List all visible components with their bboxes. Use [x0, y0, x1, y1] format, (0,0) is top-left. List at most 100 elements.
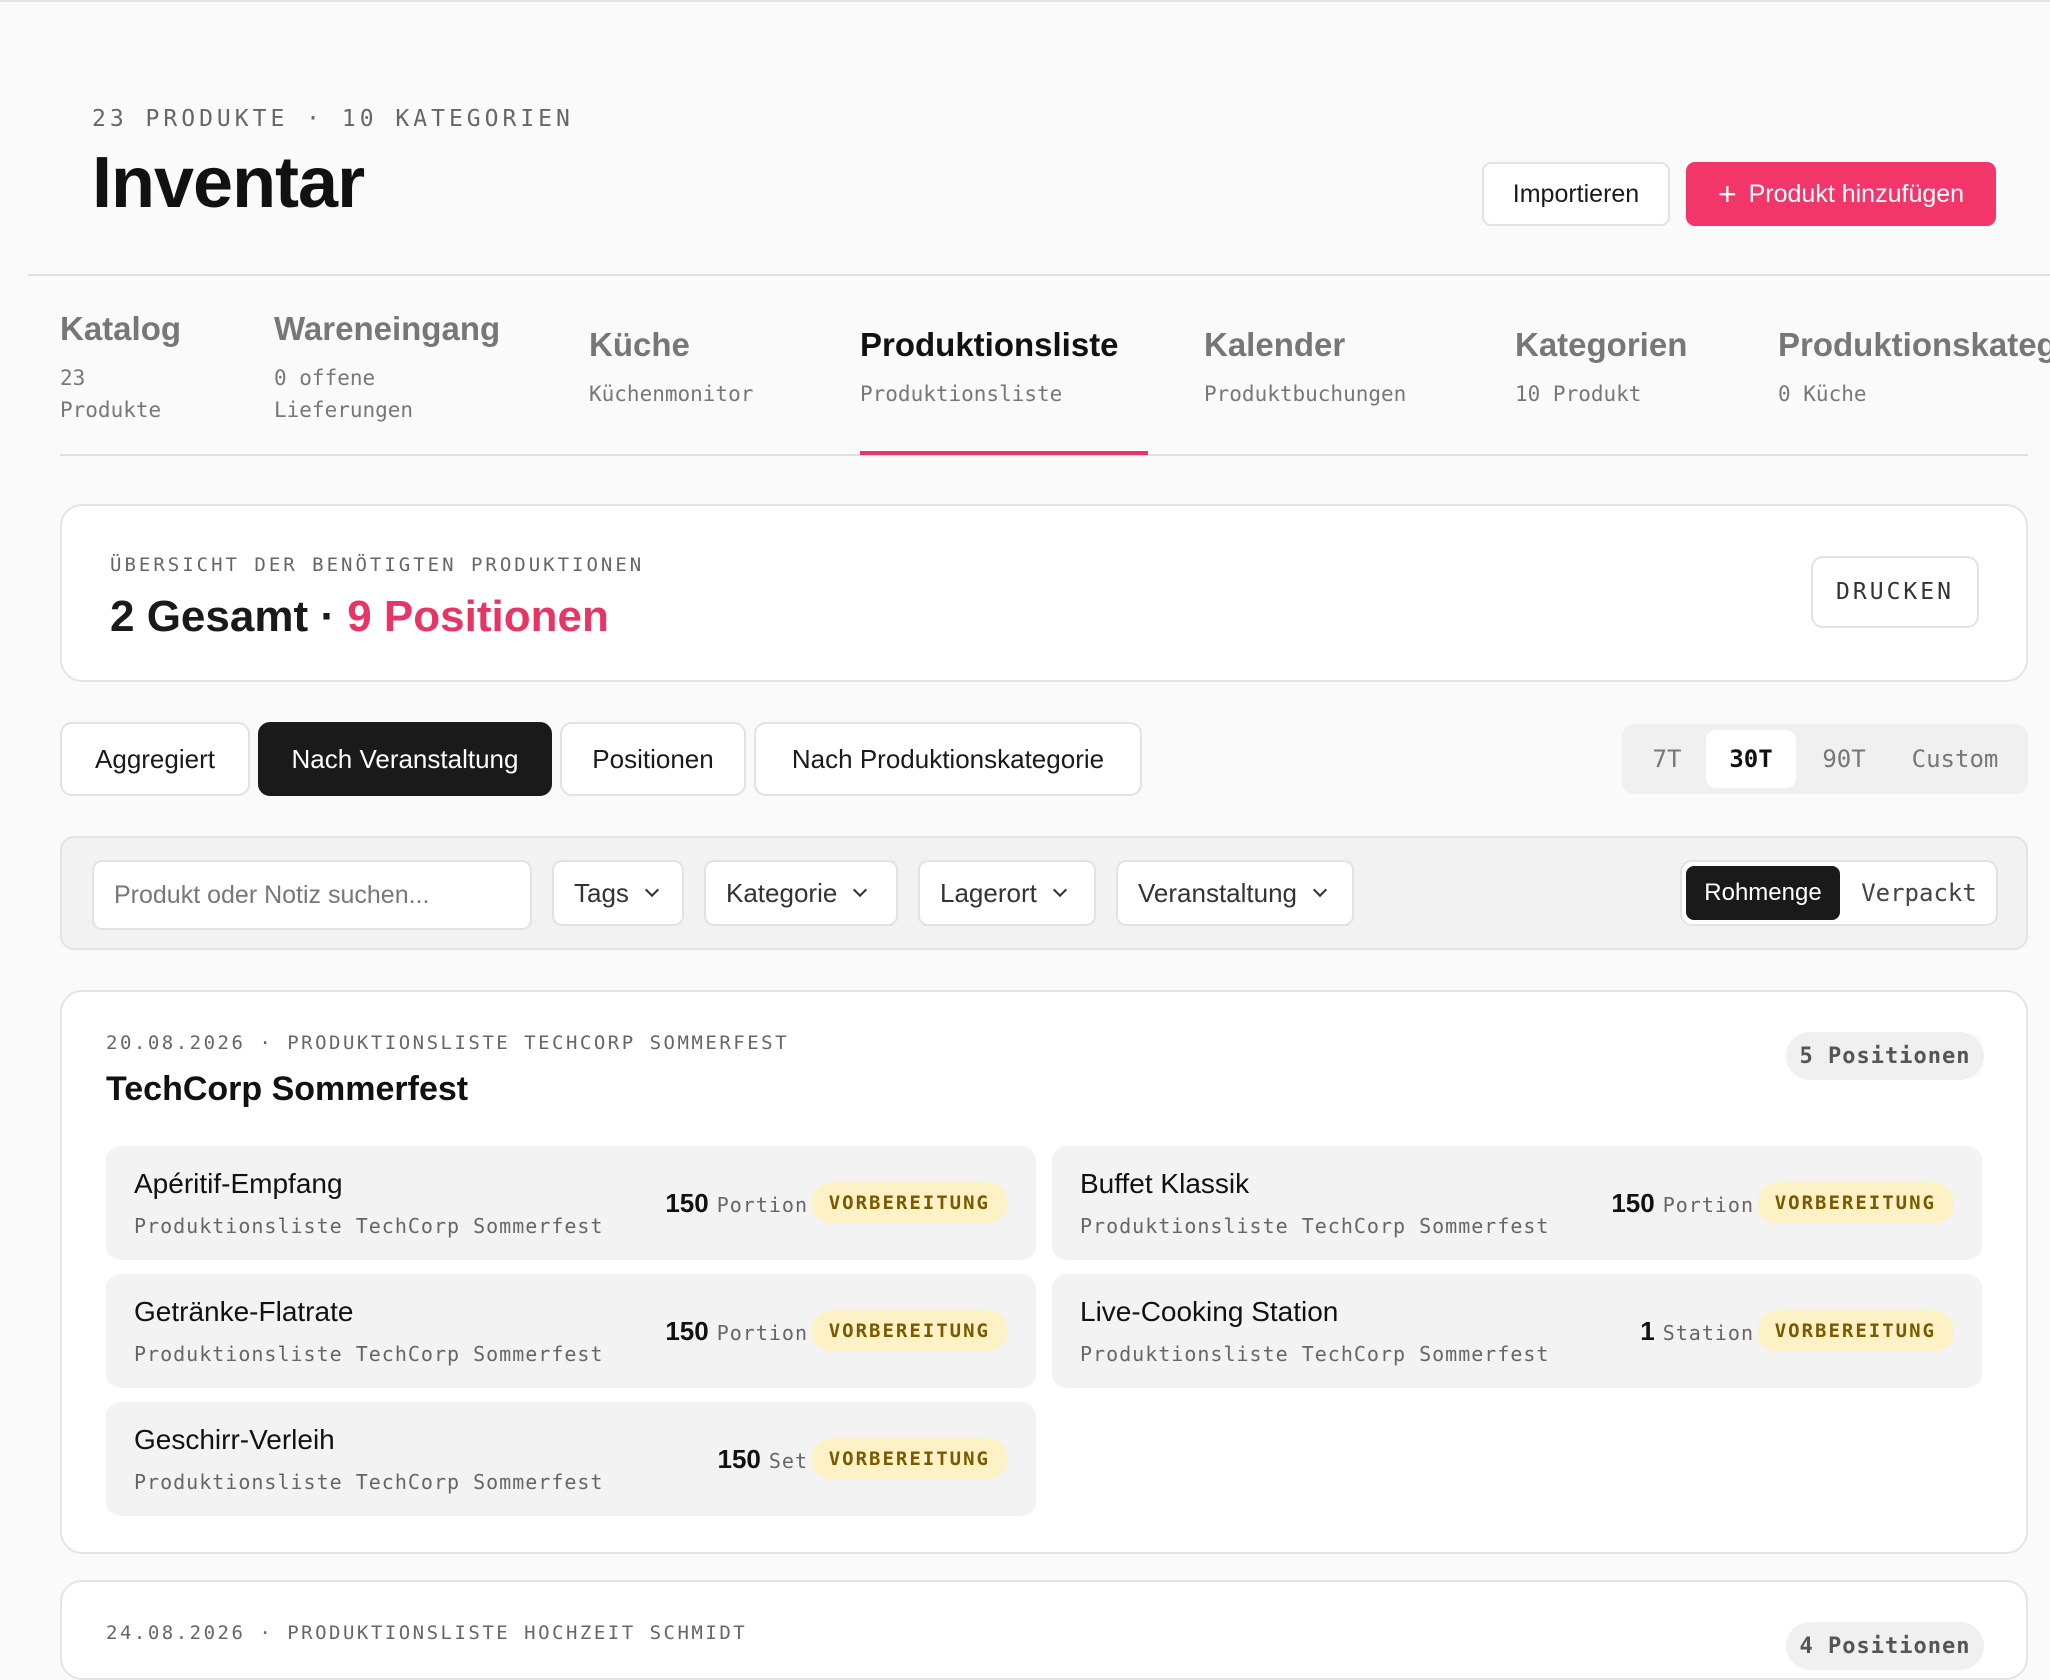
chevron-down-icon	[853, 882, 868, 898]
chevron-down-icon	[1052, 882, 1067, 898]
tab-kalender[interactable]: Kalender Produktbuchungen	[1204, 326, 1406, 410]
tab-sublabel: Produktionsliste	[860, 382, 1063, 406]
summary-separator: ·	[320, 592, 335, 641]
tab-kueche[interactable]: Küche Küchenmonitor	[589, 326, 753, 410]
range-30t[interactable]: 30T	[1706, 730, 1796, 788]
dropdown-label: Kategorie	[726, 877, 838, 908]
status-badge: VORBEREITUNG	[1756, 1182, 1954, 1224]
summary-label: ÜBERSICHT DER BENÖTIGTEN PRODUKTIONEN	[110, 554, 645, 576]
item-name: Apéritif-Empfang	[134, 1168, 343, 1199]
quantity-value: 150	[1611, 1188, 1655, 1218]
tab-label: Wareneingang	[274, 310, 501, 347]
status-badge: VORBEREITUNG	[810, 1182, 1008, 1224]
range-90t[interactable]: 90T	[1804, 730, 1884, 788]
page-header: 23 PRODUKTE · 10 KATEGORIEN Inventar Imp…	[0, 0, 2050, 276]
tab-label: Kategorien	[1515, 326, 1688, 363]
summary-total: 2 Gesamt	[110, 592, 309, 641]
tab-wareneingang[interactable]: Wareneingang 0 offene Lieferungen	[274, 310, 500, 426]
dropdown-label: Veranstaltung	[1138, 877, 1298, 908]
quantity-unit: Portion	[1662, 1193, 1754, 1217]
list-item[interactable]: Apéritif-Empfang Produktionsliste TechCo…	[106, 1146, 1036, 1260]
item-quantity: 150 Portion	[1611, 1188, 1754, 1219]
tab-katalog[interactable]: Katalog 23 Produkte	[60, 310, 181, 426]
event-card: 20.08.2026 · PRODUKTIONSLISTE TECHCORP S…	[60, 990, 2028, 1554]
tab-label: Produktionskategorien	[1778, 326, 2050, 363]
tab-produktionskategorien[interactable]: Produktionskategorien 0 Küche	[1778, 326, 2050, 410]
event-card: 24.08.2026 · PRODUKTIONSLISTE HOCHZEIT S…	[60, 1580, 2028, 1680]
view-nach-produktionskategorie[interactable]: Nach Produktionskategorie	[754, 722, 1142, 796]
page-title: Inventar	[92, 143, 365, 223]
add-product-button[interactable]: + Produkt hinzufügen	[1686, 162, 1996, 226]
unit-toggle: Rohmenge Verpackt	[1680, 860, 1998, 926]
search-input[interactable]	[92, 860, 532, 930]
quantity-value: 150	[717, 1444, 761, 1474]
item-source: Produktionsliste TechCorp Sommerfest	[134, 1214, 604, 1238]
status-badge: VORBEREITUNG	[810, 1438, 1008, 1480]
unit-rohmenge[interactable]: Rohmenge	[1686, 866, 1840, 920]
filter-bar: Tags Kategorie Lagerort Veranstaltung Ro…	[60, 836, 2028, 950]
item-source: Produktionsliste TechCorp Sommerfest	[1080, 1342, 1550, 1366]
kategorie-dropdown[interactable]: Kategorie	[704, 860, 898, 926]
dropdown-label: Tags	[574, 877, 629, 908]
event-meta: 24.08.2026 · PRODUKTIONSLISTE HOCHZEIT S…	[106, 1622, 748, 1644]
item-name: Geschirr-Verleih	[134, 1424, 335, 1455]
dropdown-label: Lagerort	[940, 877, 1037, 908]
positions-badge: 4 Positionen	[1786, 1622, 1984, 1670]
chevron-down-icon	[644, 882, 659, 898]
summary-value: 2 Gesamt · 9 Positionen	[110, 592, 609, 642]
quantity-value: 150	[665, 1316, 709, 1346]
unit-verpackt[interactable]: Verpackt	[1844, 866, 1994, 920]
tab-sublabel: 23 Produkte	[60, 366, 162, 422]
positions-badge: 5 Positionen	[1786, 1032, 1984, 1080]
tab-produktionsliste[interactable]: Produktionsliste Produktionsliste	[860, 326, 1119, 410]
view-aggregiert[interactable]: Aggregiert	[60, 722, 250, 796]
event-title: TechCorp Sommerfest	[106, 1070, 469, 1108]
item-source: Produktionsliste TechCorp Sommerfest	[1080, 1214, 1550, 1238]
quantity-unit: Station	[1662, 1321, 1754, 1345]
import-button[interactable]: Importieren	[1482, 162, 1670, 226]
item-source: Produktionsliste TechCorp Sommerfest	[134, 1342, 604, 1366]
range-7t[interactable]: 7T	[1636, 730, 1698, 788]
item-quantity: 150 Portion	[665, 1316, 808, 1347]
quantity-unit: Portion	[716, 1193, 808, 1217]
view-nach-veranstaltung[interactable]: Nach Veranstaltung	[258, 722, 552, 796]
print-button[interactable]: DRUCKEN	[1811, 556, 1979, 628]
summary-positions: 9 Positionen	[347, 592, 609, 641]
tab-label: Produktionsliste	[860, 326, 1119, 363]
tab-sublabel: 0 Küche	[1778, 382, 1867, 406]
tab-label: Kalender	[1204, 326, 1346, 363]
item-name: Buffet Klassik	[1080, 1168, 1250, 1199]
tab-sublabel: Küchenmonitor	[589, 382, 754, 406]
plus-icon: +	[1717, 176, 1737, 212]
tab-label: Katalog	[60, 310, 182, 347]
summary-card: ÜBERSICHT DER BENÖTIGTEN PRODUKTIONEN 2 …	[60, 504, 2028, 682]
veranstaltung-dropdown[interactable]: Veranstaltung	[1116, 860, 1354, 926]
range-custom[interactable]: Custom	[1892, 730, 2018, 788]
tab-sublabel: 0 offene Lieferungen	[274, 366, 414, 422]
list-item[interactable]: Getränke-Flatrate Produktionsliste TechC…	[106, 1274, 1036, 1388]
quantity-unit: Portion	[716, 1321, 808, 1345]
item-quantity: 150 Set	[717, 1444, 808, 1475]
item-source: Produktionsliste TechCorp Sommerfest	[134, 1470, 604, 1494]
tab-sublabel: 10 Produkt	[1515, 382, 1642, 406]
item-name: Getränke-Flatrate	[134, 1296, 354, 1327]
item-name: Live-Cooking Station	[1080, 1296, 1339, 1327]
status-badge: VORBEREITUNG	[1756, 1310, 1954, 1352]
quantity-value: 1	[1640, 1316, 1655, 1346]
tab-kategorien[interactable]: Kategorien 10 Produkt	[1515, 326, 1687, 410]
event-meta: 20.08.2026 · PRODUKTIONSLISTE TECHCORP S…	[106, 1032, 790, 1054]
list-item[interactable]: Geschirr-Verleih Produktionsliste TechCo…	[106, 1402, 1036, 1516]
section-tabs: Katalog 23 Produkte Wareneingang 0 offen…	[0, 276, 2050, 456]
date-range-selector: 7T 30T 90T Custom	[1622, 724, 2028, 794]
quantity-value: 150	[665, 1188, 709, 1218]
tags-dropdown[interactable]: Tags	[552, 860, 684, 926]
list-item[interactable]: Live-Cooking Station Produktionsliste Te…	[1052, 1274, 1982, 1388]
view-positionen[interactable]: Positionen	[560, 722, 746, 796]
chevron-down-icon	[1312, 882, 1328, 898]
list-item[interactable]: Buffet Klassik Produktionsliste TechCorp…	[1052, 1146, 1982, 1260]
active-tab-indicator	[860, 451, 1148, 455]
quantity-unit: Set	[768, 1449, 808, 1473]
item-quantity: 1 Station	[1640, 1316, 1754, 1347]
add-product-label: Produkt hinzufügen	[1748, 179, 1965, 208]
lagerort-dropdown[interactable]: Lagerort	[918, 860, 1096, 926]
